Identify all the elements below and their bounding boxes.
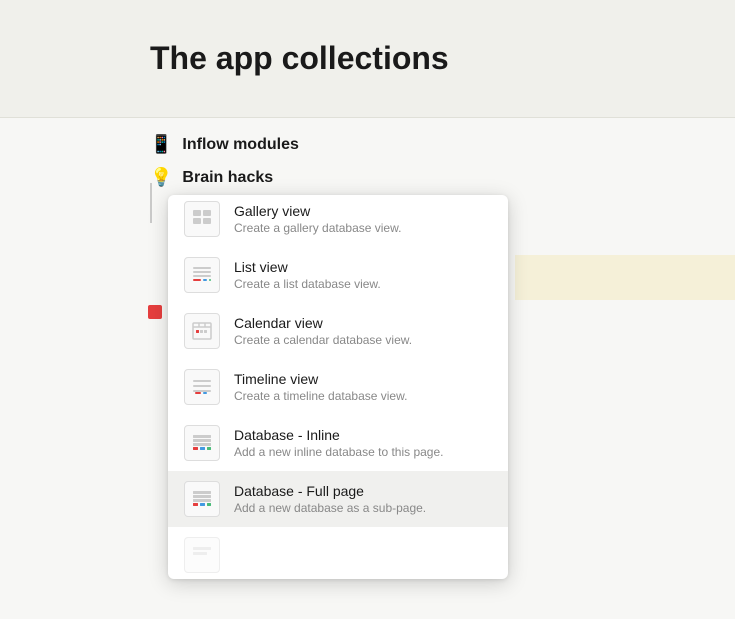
gallery-view-desc: Create a gallery database view.	[234, 221, 401, 235]
timeline-view-icon	[184, 369, 220, 405]
gallery-view-title: Gallery view	[234, 203, 401, 219]
phone-icon: 📱	[150, 134, 172, 155]
database-full-page-desc: Add a new database as a sub-page.	[234, 501, 426, 515]
database-inline-icon	[184, 425, 220, 461]
timeline-view-text: Timeline view Create a timeline database…	[234, 371, 407, 403]
database-inline-text: Database - Inline Add a new inline datab…	[234, 427, 443, 459]
list-view-title: List view	[234, 259, 381, 275]
collection-list: 📱 Inflow modules 💡 Brain hacks	[0, 118, 735, 204]
page-title: The app collections	[150, 40, 585, 77]
dropdown-item-database-inline[interactable]: Database - Inline Add a new inline datab…	[168, 415, 508, 471]
dropdown-item-gallery-view[interactable]: Gallery view Create a gallery database v…	[168, 195, 508, 247]
calendar-view-title: Calendar view	[234, 315, 412, 331]
bulb-icon: 💡	[150, 167, 172, 188]
dropdown-item-list-view[interactable]: List view Create a list database view.	[168, 247, 508, 303]
vertical-divider	[150, 183, 152, 223]
gallery-view-icon	[184, 201, 220, 237]
highlight-bar	[515, 255, 735, 300]
dropdown-item-partial-bottom: ​	[168, 527, 508, 579]
collection-item-brainhacks[interactable]: 💡 Brain hacks	[150, 161, 585, 194]
database-full-page-icon	[184, 481, 220, 517]
red-indicator-icon	[148, 305, 162, 319]
background-page: The app collections 📱 Inflow modules 💡 B…	[0, 0, 735, 619]
collection-item-inflow[interactable]: 📱 Inflow modules	[150, 128, 585, 161]
timeline-view-title: Timeline view	[234, 371, 407, 387]
database-inline-title: Database - Inline	[234, 427, 443, 443]
dropdown-item-timeline-view[interactable]: Timeline view Create a timeline database…	[168, 359, 508, 415]
calendar-view-text: Calendar view Create a calendar database…	[234, 315, 412, 347]
list-view-icon	[184, 257, 220, 293]
calendar-view-desc: Create a calendar database view.	[234, 333, 412, 347]
gallery-view-text: Gallery view Create a gallery database v…	[234, 203, 401, 235]
partial-icon	[184, 537, 220, 573]
list-view-desc: Create a list database view.	[234, 277, 381, 291]
database-inline-desc: Add a new inline database to this page.	[234, 445, 443, 459]
dropdown-popup: Gallery view Create a gallery database v…	[168, 195, 508, 579]
dropdown-item-database-full-page[interactable]: Database - Full page Add a new database …	[168, 471, 508, 527]
database-full-page-title: Database - Full page	[234, 483, 426, 499]
collection-label-inflow: Inflow modules	[182, 136, 298, 154]
timeline-view-desc: Create a timeline database view.	[234, 389, 407, 403]
database-full-page-text: Database - Full page Add a new database …	[234, 483, 426, 515]
dropdown-item-calendar-view[interactable]: Calendar view Create a calendar database…	[168, 303, 508, 359]
collection-label-brainhacks: Brain hacks	[182, 169, 273, 187]
list-view-text: List view Create a list database view.	[234, 259, 381, 291]
page-header: The app collections	[0, 0, 735, 118]
calendar-view-icon	[184, 313, 220, 349]
